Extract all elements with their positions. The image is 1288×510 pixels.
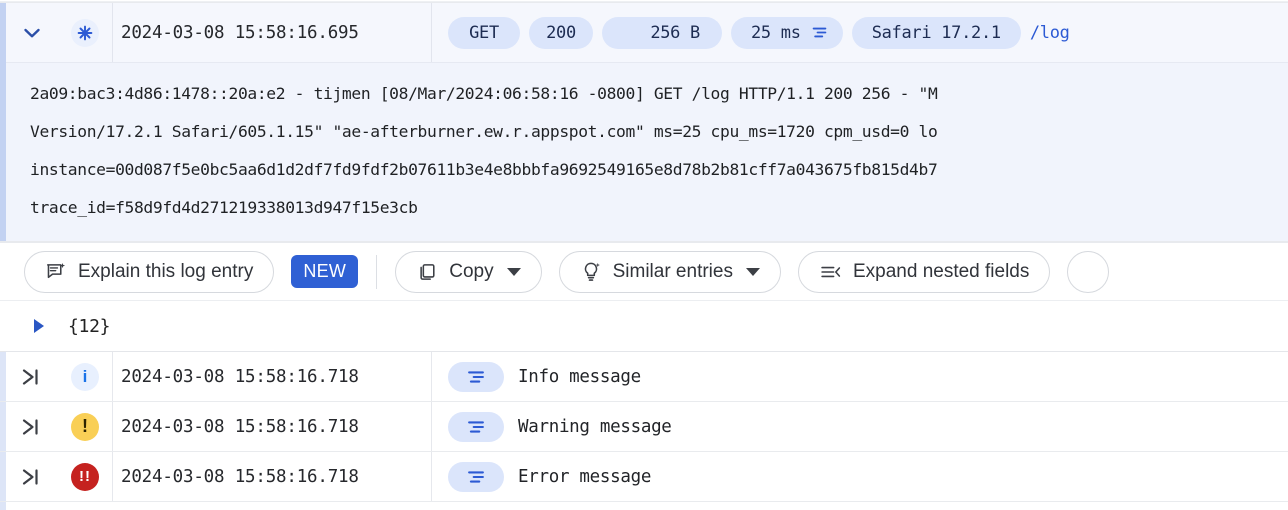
expand-row-button[interactable] — [6, 402, 58, 451]
row-accent-bar — [0, 402, 6, 451]
chat-sparkle-icon — [46, 262, 66, 278]
expand-row-icon — [22, 418, 38, 435]
row-severity: !! — [58, 452, 112, 501]
row-timestamp: 2024-03-08 15:58:16.718 — [112, 352, 432, 401]
expand-row-button[interactable] — [6, 452, 58, 501]
nested-fields-toggle[interactable]: {12} — [0, 300, 1288, 352]
error-icon: !! — [71, 462, 99, 491]
badge-latency[interactable]: 25 ms — [731, 16, 843, 49]
table-bottom-edge — [0, 502, 1288, 510]
badge-latency-value: 25 ms — [751, 22, 801, 43]
triangle-right-icon — [34, 319, 44, 333]
warning-icon: ! — [71, 412, 99, 441]
expand-nested-fields-button[interactable]: Expand nested fields — [797, 250, 1051, 293]
entry-badges: GET 200 256 B 25 ms Safari 17.2.1 /log — [432, 3, 1288, 62]
entry-raw-line: Version/17.2.1 Safari/605.1.15" "ae-afte… — [30, 122, 938, 141]
entry-severity — [58, 3, 112, 62]
row-message-text: Error message — [518, 466, 652, 487]
collapse-lines-icon — [821, 266, 841, 277]
expanded-log-entry: 2024-03-08 15:58:16.695 GET 200 256 B 25… — [0, 2, 1288, 242]
explain-log-entry-label: Explain this log entry — [78, 260, 254, 282]
copy-icon — [420, 263, 435, 280]
new-feature-badge[interactable]: NEW — [291, 255, 359, 288]
row-message: Info message — [432, 361, 1288, 392]
asterisk-default-icon — [71, 18, 99, 47]
entry-raw-line: trace_id=f58d9fd4d271219338013d947f15e3c… — [30, 198, 418, 217]
similar-entries-button[interactable]: Similar entries — [558, 250, 781, 293]
align-lines-icon — [448, 461, 504, 492]
lightbulb-sparkle-icon — [584, 262, 600, 281]
entry-accent-bar — [0, 3, 6, 241]
row-message: Error message — [432, 461, 1288, 492]
nested-fields-count: {12} — [68, 315, 111, 337]
badge-user-agent[interactable]: Safari 17.2.1 — [851, 16, 1021, 49]
align-lines-icon — [812, 27, 827, 38]
request-path-link[interactable]: /log — [1030, 23, 1070, 43]
chevron-down-icon — [24, 28, 40, 37]
entry-raw-text: 2a09:bac3:4d86:1478::20a:e2 - tijmen [08… — [0, 63, 1288, 241]
log-viewer: 2024-03-08 15:58:16.695 GET 200 256 B 25… — [0, 0, 1288, 510]
row-message-text: Info message — [518, 366, 641, 387]
expand-row-button[interactable] — [6, 352, 58, 401]
overflow-action-button[interactable] — [1067, 250, 1110, 293]
copy-label: Copy — [449, 260, 494, 282]
chevron-down-icon — [506, 267, 521, 276]
collapse-entry-button[interactable] — [6, 3, 58, 62]
entry-action-toolbar: Explain this log entry NEW Copy Similar … — [0, 242, 1288, 300]
align-lines-icon — [448, 411, 504, 442]
toolbar-divider — [376, 254, 378, 289]
entry-raw-line: instance=00d087f5e0bc5aa6d1d2df7fd9fdf2b… — [30, 160, 938, 179]
table-row[interactable]: !! 2024-03-08 15:58:16.718 Error message — [0, 452, 1288, 502]
expand-row-icon — [22, 468, 38, 485]
row-severity: ! — [58, 402, 112, 451]
row-timestamp: 2024-03-08 15:58:16.718 — [112, 452, 432, 501]
entry-timestamp: 2024-03-08 15:58:16.695 — [112, 3, 432, 62]
row-message: Warning message — [432, 411, 1288, 442]
row-accent-bar — [0, 352, 6, 401]
align-lines-icon — [448, 361, 504, 392]
expand-nested-fields-label: Expand nested fields — [852, 260, 1030, 282]
row-severity: i — [58, 352, 112, 401]
badge-response-size[interactable]: 256 B — [602, 16, 722, 49]
row-accent-bar — [0, 452, 6, 501]
row-message-text: Warning message — [518, 416, 672, 437]
similar-entries-label: Similar entries — [612, 260, 733, 282]
badge-http-method[interactable]: GET — [448, 16, 520, 49]
explain-log-entry-button[interactable]: Explain this log entry — [24, 250, 275, 293]
copy-button[interactable]: Copy — [395, 250, 542, 293]
row-timestamp: 2024-03-08 15:58:16.718 — [112, 402, 432, 451]
entry-header-row[interactable]: 2024-03-08 15:58:16.695 GET 200 256 B 25… — [0, 3, 1288, 63]
table-row[interactable]: i 2024-03-08 15:58:16.718 Info message — [0, 352, 1288, 402]
table-row[interactable]: ! 2024-03-08 15:58:16.718 Warning messag… — [0, 402, 1288, 452]
row-accent-bar — [0, 502, 6, 510]
expand-row-icon — [22, 368, 38, 385]
entry-raw-line: 2a09:bac3:4d86:1478::20a:e2 - tijmen [08… — [30, 84, 938, 103]
badge-http-status[interactable]: 200 — [529, 16, 593, 49]
info-icon: i — [71, 362, 99, 391]
chevron-down-icon — [745, 267, 760, 276]
